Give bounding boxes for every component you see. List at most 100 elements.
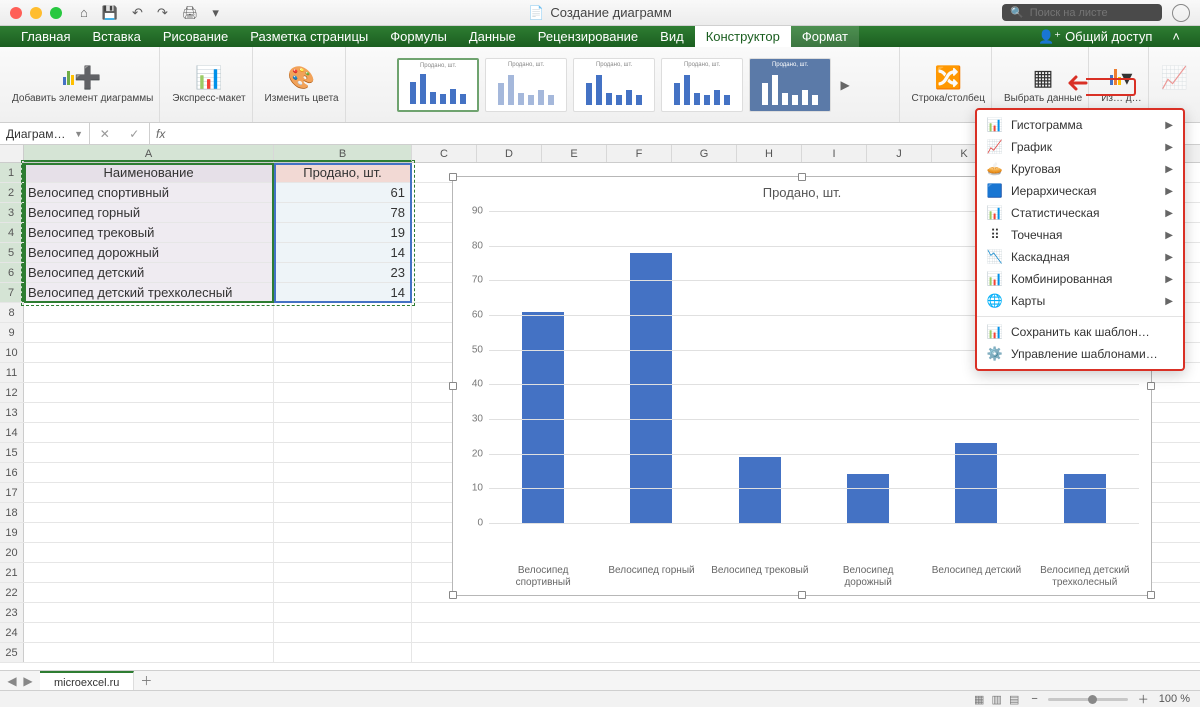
resize-handle[interactable] — [449, 382, 457, 390]
cell[interactable] — [24, 483, 274, 502]
chart-bar[interactable] — [630, 253, 672, 523]
save-as-template-item[interactable]: 📊 Сохранить как шаблон… — [977, 321, 1183, 343]
zoom-level[interactable]: 100 % — [1159, 693, 1190, 705]
cell[interactable]: 78 — [274, 203, 412, 222]
cell[interactable] — [24, 563, 274, 582]
cell[interactable] — [274, 563, 412, 582]
chart-bar[interactable] — [847, 474, 889, 523]
redo-icon[interactable]: ↷ — [157, 5, 168, 21]
cell[interactable]: 61 — [274, 183, 412, 202]
tab-Рецензирование[interactable]: Рецензирование — [527, 26, 649, 47]
cell[interactable] — [24, 523, 274, 542]
change-colors-button[interactable]: 🎨 Изменить цвета — [259, 47, 346, 122]
undo-icon[interactable]: ↶ — [132, 5, 143, 21]
name-box[interactable]: Диаграм…▼ — [0, 123, 90, 144]
tab-Разметка страницы[interactable]: Разметка страницы — [239, 26, 379, 47]
collapse-ribbon-icon[interactable]: ˄ — [1162, 26, 1190, 47]
cell[interactable]: 14 — [274, 283, 412, 302]
cell[interactable] — [24, 503, 274, 522]
tab-Вставка[interactable]: Вставка — [81, 26, 151, 47]
save-icon[interactable]: 💾 — [102, 5, 118, 21]
cell[interactable] — [24, 303, 274, 322]
zoom-out-button[interactable]: − — [1031, 693, 1037, 705]
close-window-button[interactable] — [10, 7, 22, 19]
cell[interactable] — [274, 543, 412, 562]
sheet-nav-prev-icon[interactable]: ◀ — [7, 674, 16, 688]
chart-style-thumb[interactable]: Продано, шт. — [749, 58, 831, 112]
cell[interactable]: Наименование — [24, 163, 274, 182]
cell[interactable] — [24, 463, 274, 482]
tab-Рисование[interactable]: Рисование — [152, 26, 239, 47]
cell[interactable] — [274, 583, 412, 602]
cell[interactable] — [24, 643, 274, 662]
cell[interactable] — [24, 363, 274, 382]
cell[interactable] — [274, 483, 412, 502]
cell[interactable]: Велосипед спортивный — [24, 183, 274, 202]
cell[interactable] — [24, 443, 274, 462]
cell[interactable]: Велосипед горный — [24, 203, 274, 222]
cell[interactable] — [24, 403, 274, 422]
cell[interactable]: 14 — [274, 243, 412, 262]
cell[interactable] — [274, 423, 412, 442]
column-header[interactable]: I — [802, 145, 867, 162]
cell[interactable] — [24, 383, 274, 402]
chart-bar[interactable] — [955, 443, 997, 523]
column-header[interactable]: B — [274, 145, 412, 162]
resize-handle[interactable] — [449, 591, 457, 599]
tab-Вид[interactable]: Вид — [649, 26, 695, 47]
cell[interactable]: Продано, шт. — [274, 163, 412, 182]
qat-customize-icon[interactable]: ▾ — [212, 5, 219, 21]
zoom-window-button[interactable] — [50, 7, 62, 19]
row-header[interactable]: 21 — [0, 563, 24, 582]
enter-icon[interactable]: ✓ — [129, 127, 139, 141]
row-header[interactable]: 4 — [0, 223, 24, 242]
quick-layout-button[interactable]: 📊 Экспресс-макет — [166, 47, 252, 122]
cell[interactable] — [274, 323, 412, 342]
tab-design[interactable]: Конструктор — [695, 26, 791, 47]
zoom-in-button[interactable]: ＋ — [1138, 691, 1149, 707]
chart-type-item[interactable]: ⠿Точечная▶ — [977, 224, 1183, 246]
row-header[interactable]: 11 — [0, 363, 24, 382]
cell[interactable]: Велосипед детский — [24, 263, 274, 282]
cell[interactable] — [24, 343, 274, 362]
cell[interactable] — [24, 323, 274, 342]
cell[interactable] — [24, 423, 274, 442]
resize-handle[interactable] — [449, 173, 457, 181]
cell[interactable] — [24, 623, 274, 642]
chart-style-thumb[interactable]: Продано, шт. — [485, 58, 567, 112]
chart-type-item[interactable]: 📊Гистограмма▶ — [977, 114, 1183, 136]
chart-type-item[interactable]: 📊Статистическая▶ — [977, 202, 1183, 224]
tab-Формулы[interactable]: Формулы — [379, 26, 458, 47]
row-header[interactable]: 8 — [0, 303, 24, 322]
add-sheet-button[interactable]: ＋ — [134, 672, 158, 689]
sheet-tab[interactable]: microexcel.ru — [40, 671, 134, 690]
cancel-icon[interactable]: ✕ — [100, 127, 110, 141]
row-header[interactable]: 10 — [0, 343, 24, 362]
chart-bar[interactable] — [522, 312, 564, 523]
tab-Главная[interactable]: Главная — [10, 26, 81, 47]
cell[interactable]: 23 — [274, 263, 412, 282]
print-icon[interactable]: 🖨 — [182, 5, 199, 21]
row-header[interactable]: 5 — [0, 243, 24, 262]
cell[interactable] — [274, 303, 412, 322]
cell[interactable] — [274, 343, 412, 362]
resize-handle[interactable] — [1147, 382, 1155, 390]
cell[interactable]: Велосипед трековый — [24, 223, 274, 242]
chart-style-gallery[interactable]: Продано, шт. Продано, шт. Продано, шт. П… — [397, 58, 853, 112]
chart-style-thumb[interactable]: Продано, шт. — [573, 58, 655, 112]
column-header[interactable]: J — [867, 145, 932, 162]
sheet-nav-next-icon[interactable]: ▶ — [23, 674, 32, 688]
share-button[interactable]: 👤⁺ Общий доступ — [1028, 26, 1162, 47]
gallery-next-icon[interactable]: ▶ — [837, 58, 853, 112]
search-input[interactable] — [1030, 7, 1154, 19]
resize-handle[interactable] — [1147, 591, 1155, 599]
cell[interactable] — [274, 503, 412, 522]
cell[interactable] — [274, 443, 412, 462]
row-header[interactable]: 25 — [0, 643, 24, 662]
row-header[interactable]: 17 — [0, 483, 24, 502]
fx-icon[interactable]: fx — [150, 127, 171, 141]
row-header[interactable]: 14 — [0, 423, 24, 442]
column-header[interactable]: D — [477, 145, 542, 162]
row-header[interactable]: 7 — [0, 283, 24, 302]
column-header[interactable]: C — [412, 145, 477, 162]
